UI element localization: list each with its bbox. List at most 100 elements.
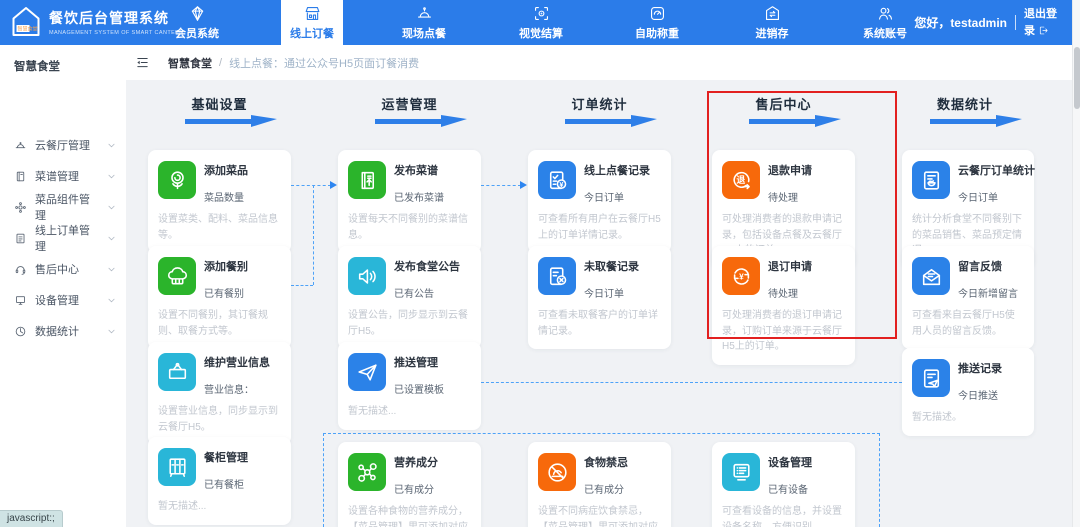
order-doc-icon	[14, 232, 27, 245]
connector-arrow	[330, 181, 337, 189]
breadcrumb-root: 智慧食堂	[168, 55, 212, 71]
sidebar-item-device-mgmt[interactable]: 设备管理	[0, 285, 126, 315]
card-publish-menu[interactable]: 发布菜谱 已发布菜谱 设置每天不同餐别的菜谱信息。	[338, 150, 481, 253]
signboard-icon	[158, 353, 196, 391]
card-cabinet-mgmt[interactable]: 餐柜管理 已有餐柜 暂无描述...	[148, 437, 291, 525]
card-desc: 可查看所有用户在云餐厅H5上的订单详情记录。	[538, 212, 661, 243]
card-title: 营养成分	[394, 454, 438, 470]
card-online-order-records[interactable]: ¥ 线上点餐记录 今日订单 可查看所有用户在云餐厅H5上的订单详情记录。	[528, 150, 671, 253]
card-desc: 设置营业信息，同步显示到云餐厅H5。	[158, 404, 281, 435]
card-desc: 可处理消费者的退订申请记录，订购订单来源于云餐厅H5上的订单。	[722, 308, 845, 355]
nav-onsite-ordering[interactable]: 现场点餐	[379, 0, 469, 45]
chevron-down-icon	[107, 327, 116, 336]
connector-line	[481, 185, 521, 186]
diamond-icon	[188, 4, 207, 23]
paper-plane-icon	[348, 353, 386, 391]
breadcrumb-bar: 智慧食堂 / 线上点餐：通过公众号H5页面订餐消费	[126, 45, 1072, 80]
card-device-mgmt[interactable]: 设备管理 已有设备 可查看设备的信息，并设置设备名称，方便识别。	[712, 442, 855, 527]
refund-icon: 退	[722, 161, 760, 199]
chevron-down-icon	[107, 203, 116, 212]
chef-hat-icon	[158, 257, 196, 295]
card-business-info[interactable]: 维护营业信息 营业信息： 设置营业信息，同步显示到云餐厅H5。	[148, 342, 291, 445]
collapse-sidebar-icon[interactable]	[135, 55, 150, 70]
stats-icon	[14, 325, 27, 338]
nav-inventory[interactable]: 进销存	[727, 0, 817, 45]
card-subtitle: 今日订单	[958, 189, 1035, 204]
card-title: 餐柜管理	[204, 449, 248, 465]
connector-line	[291, 285, 313, 286]
card-nutrition[interactable]: 营养成分 已有成分 设置各种食物的营养成分，【菜品管理】里可添加对应的食物及分.…	[338, 442, 481, 527]
feedback-icon	[912, 257, 950, 295]
card-canteen-notice[interactable]: 发布食堂公告 已有公告 设置公告，同步显示到云餐厅H5。	[338, 246, 481, 349]
card-add-dish[interactable]: 添加菜品 菜品数量 设置菜类、配料、菜品信息等。	[148, 150, 291, 253]
header-underline-arrow	[930, 119, 1000, 124]
breadcrumb-separator: /	[219, 57, 222, 69]
card-title: 云餐厅订单统计	[958, 162, 1035, 178]
column-header-order-stats: 订单统计	[528, 94, 671, 124]
sidebar-item-menu-mgmt[interactable]: 菜谱管理	[0, 161, 126, 191]
card-title: 维护营业信息	[204, 354, 270, 370]
sidebar-title: 智慧食堂	[14, 58, 60, 74]
logout-button[interactable]: 退出登录	[1024, 6, 1066, 39]
column-header-basic-settings: 基础设置	[148, 94, 291, 124]
card-desc: 可查看来自云餐厅H5使用人员的留言反馈。	[912, 308, 1024, 339]
user-greeting: 您好，testadmin	[914, 14, 1007, 31]
card-feedback[interactable]: 留言反馈 今日新增留言 可查看来自云餐厅H5使用人员的留言反馈。	[902, 246, 1034, 349]
card-subtitle: 菜品数量	[204, 189, 248, 204]
app-header: 智慧食堂 餐饮后台管理系统 MANAGEMENT SYSTEM OF SMART…	[0, 0, 1080, 45]
card-push-mgmt[interactable]: 推送管理 已设置模板 暂无描述...	[338, 342, 481, 430]
breadcrumb: 智慧食堂 / 线上点餐：通过公众号H5页面订餐消费	[168, 55, 419, 71]
monitor-icon	[14, 294, 27, 307]
card-subtitle: 今日订单	[584, 285, 639, 300]
card-add-meal-type[interactable]: 添加餐别 已有餐别 设置不同餐别，其订餐规则、取餐方式等。	[148, 246, 291, 349]
nav-vision-checkout[interactable]: 视觉结算	[496, 0, 586, 45]
card-subtitle: 今日推送	[958, 387, 1002, 402]
nav-self-weighing[interactable]: 自助称重	[612, 0, 702, 45]
card-subtitle: 待处理	[768, 189, 812, 204]
card-title: 添加菜品	[204, 162, 248, 178]
card-title: 添加餐别	[204, 258, 248, 274]
card-subtitle: 已有成分	[394, 481, 438, 496]
card-title: 留言反馈	[958, 258, 1018, 274]
svg-text:智慧食堂: 智慧食堂	[18, 26, 38, 33]
card-title: 退订申请	[768, 258, 812, 274]
column-header-data-stats: 数据统计	[896, 94, 1034, 124]
order-stats-icon	[912, 161, 950, 199]
scrollbar-thumb[interactable]	[1074, 47, 1080, 109]
rose-icon	[158, 161, 196, 199]
sidebar-item-dish-components[interactable]: 菜品组件管理	[0, 192, 126, 222]
breadcrumb-current-link[interactable]: 线上点餐：通过公众号H5页面订餐消费	[229, 55, 419, 71]
card-unsubscribe-request[interactable]: ¥ 退订申请 待处理 可处理消费者的退订申请记录，订购订单来源于云餐厅H5上的订…	[712, 246, 855, 365]
column-header-operations: 运营管理	[338, 94, 481, 124]
card-subtitle: 今日订单	[584, 189, 650, 204]
monitor-list-icon	[722, 453, 760, 491]
card-title: 退款申请	[768, 162, 812, 178]
status-tooltip: javascript:;	[0, 510, 63, 527]
push-record-icon	[912, 359, 950, 397]
divider	[1015, 15, 1016, 30]
card-title: 推送记录	[958, 360, 1002, 376]
logo-house-icon: 智慧食堂	[10, 5, 42, 39]
sidebar-item-cloud-restaurant[interactable]: 云餐厅管理	[0, 130, 126, 160]
chevron-down-icon	[107, 265, 116, 274]
card-subtitle: 待处理	[768, 285, 812, 300]
nav-label: 系统账号	[863, 25, 907, 41]
card-push-records[interactable]: 推送记录 今日推送 暂无描述。	[902, 348, 1034, 436]
svg-text:退: 退	[736, 175, 745, 185]
sidebar-item-data-stats[interactable]: 数据统计	[0, 316, 126, 346]
megaphone-icon	[348, 257, 386, 295]
card-subtitle: 已有成分	[584, 481, 628, 496]
scan-icon	[532, 4, 551, 23]
card-food-taboo[interactable]: 食物禁忌 已有成分 设置不同病症饮食禁忌，【菜品管理】里可添加对应的。	[528, 442, 671, 527]
sidebar-item-after-sales[interactable]: 售后中心	[0, 254, 126, 284]
nav-label: 进销存	[756, 25, 789, 41]
sidebar-item-online-orders[interactable]: 线上订单管理	[0, 223, 126, 253]
card-unclaimed-meal-records[interactable]: 未取餐记录 今日订单 可查看未取餐客户的订单详情记录。	[528, 246, 671, 349]
card-subtitle: 营业信息：	[204, 381, 270, 396]
card-subtitle: 已有餐柜	[204, 476, 248, 491]
header-underline-arrow	[375, 119, 445, 124]
scrollbar-track[interactable]	[1072, 0, 1080, 527]
chevron-down-icon	[107, 141, 116, 150]
nav-member-system[interactable]: 会员系统	[152, 0, 242, 45]
nav-online-ordering[interactable]: 线上订餐	[281, 0, 343, 45]
